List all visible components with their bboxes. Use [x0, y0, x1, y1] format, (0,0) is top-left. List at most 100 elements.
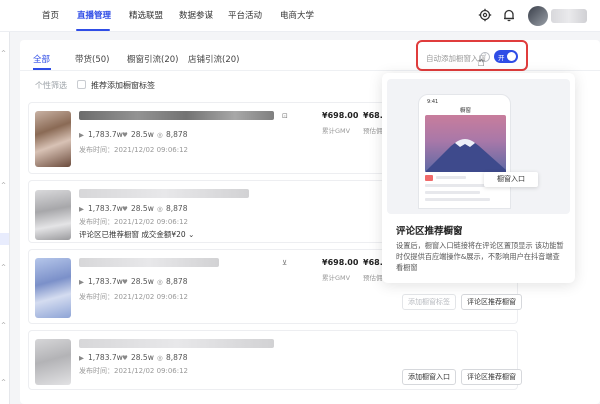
feature-popover: 9:41 橱窗 橱窗入口 评论区推荐橱窗 设置后，橱窗入口链接将在评论区置顶显示…: [382, 73, 575, 283]
comments-stat: ◎ 8,878: [157, 204, 187, 213]
comments-value: 8,878: [166, 353, 188, 362]
likes-stat: ♥ 28.5w: [122, 130, 154, 139]
video-title-blurred[interactable]: [79, 111, 274, 120]
commission-label: 预估佣: [363, 127, 383, 135]
likes-stat: ♥ 28.5w: [122, 277, 154, 286]
nav-data-advisor[interactable]: 数据参谋: [179, 9, 213, 21]
chevron-down-icon[interactable]: ⌄: [188, 230, 194, 239]
phone-mockup: 9:41 橱窗: [418, 94, 511, 209]
sidebar-active-item[interactable]: [0, 233, 9, 245]
gear-icon[interactable]: [478, 8, 492, 22]
phone-tag: [425, 175, 433, 181]
video-title-blurred[interactable]: [79, 189, 249, 198]
phone-text-line: [425, 191, 480, 194]
likes-stat: ♥ 28.5w: [122, 204, 154, 213]
commission-label: 预估佣: [363, 274, 383, 282]
highlight-box: [416, 40, 528, 71]
likes-stat: ♥ 28.5w: [122, 353, 154, 362]
comments-stat: ◎ 8,878: [157, 130, 187, 139]
nav-platform-events[interactable]: 平台活动: [228, 9, 262, 21]
video-title-blurred[interactable]: [79, 258, 219, 267]
hand-cursor-icon: ☝: [477, 55, 485, 70]
add-window-tag-button[interactable]: 添加橱窗标签: [402, 294, 456, 310]
tag-icon: ⊡: [282, 112, 288, 120]
comments-value: 8,878: [166, 130, 188, 139]
gmv-label: 累计GMV: [322, 274, 351, 282]
tab-window-traffic[interactable]: 橱窗引流(20): [127, 53, 178, 65]
views-value: 1,783.7w: [88, 204, 123, 213]
play-icon: ▶: [79, 205, 84, 213]
phone-text-line: [436, 176, 466, 179]
views-value: 1,783.7w: [88, 277, 123, 286]
nav-home[interactable]: 首页: [42, 9, 59, 21]
cart-icon: ⊻: [282, 259, 288, 267]
checkbox-label[interactable]: 推荐添加橱窗标签: [91, 80, 155, 91]
username-blurred[interactable]: [551, 9, 587, 23]
preview-image: 9:41 橱窗 橱窗入口: [387, 79, 570, 214]
views-stat: ▶ 1,783.7w: [79, 277, 123, 286]
avatar[interactable]: [528, 6, 548, 26]
likes-value: 28.5w: [131, 130, 154, 139]
chevron-up-icon[interactable]: ^: [1, 379, 6, 386]
video-thumbnail[interactable]: [35, 258, 71, 318]
video-thumbnail[interactable]: [35, 339, 71, 385]
comment-recommend-status: 评论区已推荐橱窗 成交金额¥20 ⌄: [79, 229, 194, 240]
video-thumbnail[interactable]: [35, 111, 71, 167]
play-icon: ▶: [79, 278, 84, 286]
bell-icon[interactable]: [502, 8, 516, 22]
chevron-up-icon[interactable]: ^: [1, 182, 6, 189]
nav-live-management[interactable]: 直播管理: [77, 9, 111, 21]
chevron-up-icon[interactable]: ^: [1, 264, 6, 271]
window-entry-chip: 橱窗入口: [484, 172, 538, 187]
comment-status-text: 评论区已推荐橱窗 成交金额¥20: [79, 230, 186, 239]
thumb-up-icon: ♥: [122, 131, 128, 139]
gmv-value: ¥698.00: [322, 258, 359, 267]
play-icon: ▶: [79, 354, 84, 362]
comment-recommend-window-button[interactable]: 评论区推荐橱窗: [461, 294, 522, 310]
comment-icon: ◎: [157, 354, 163, 362]
add-window-entry-button[interactable]: 添加橱窗入口: [402, 369, 456, 385]
comment-icon: ◎: [157, 205, 163, 213]
publish-time: 发布时间：2021/12/02 09:06:12: [79, 367, 189, 375]
tab-sales[interactable]: 带货(50): [75, 53, 109, 65]
nav-active-indicator: [76, 29, 110, 31]
likes-value: 28.5w: [131, 204, 154, 213]
chevron-up-icon[interactable]: ^: [1, 50, 6, 57]
views-stat: ▶ 1,783.7w: [79, 353, 123, 362]
phone-time: 9:41: [427, 99, 439, 105]
thumb-up-icon: ♥: [122, 354, 128, 362]
recommend-tag-checkbox[interactable]: [77, 80, 86, 89]
thumb-up-icon: ♥: [122, 205, 128, 213]
publish-time: 发布时间：2021/12/02 09:06:12: [79, 146, 189, 154]
phone-text-line: [425, 198, 490, 201]
filter-label: 个性筛选: [35, 81, 67, 90]
video-card[interactable]: ▶ 1,783.7w ♥ 28.5w ◎ 8,878 发布时间：2021/12/02 …: [28, 330, 522, 390]
nav-selected-alliance[interactable]: 精选联盟: [129, 9, 163, 21]
popover-title: 评论区推荐橱窗: [396, 226, 463, 237]
phone-title: 橱窗: [459, 108, 471, 114]
video-title-blurred[interactable]: [79, 339, 274, 348]
views-stat: ▶ 1,783.7w: [79, 130, 123, 139]
comments-value: 8,878: [166, 204, 188, 213]
comments-stat: ◎ 8,878: [157, 277, 187, 286]
views-value: 1,783.7w: [88, 130, 123, 139]
top-nav: 首页 直播管理 精选联盟 数据参谋 平台活动 电商大学: [0, 0, 600, 32]
video-thumbnail[interactable]: [35, 190, 71, 240]
mountain-shape: [425, 139, 506, 172]
chevron-up-icon[interactable]: ^: [1, 322, 6, 329]
publish-time: 发布时间：2021/12/02 09:06:12: [79, 218, 189, 226]
tab-shop-traffic[interactable]: 店铺引流(20): [188, 53, 239, 65]
comments-stat: ◎ 8,878: [157, 353, 187, 362]
likes-value: 28.5w: [131, 277, 154, 286]
publish-time: 发布时间：2021/12/02 09:06:12: [79, 293, 189, 301]
tab-all[interactable]: 全部: [33, 53, 50, 65]
gmv-value: ¥698.00: [322, 111, 359, 120]
collapsed-sidebar: ^ ^ ^ ^ ^: [0, 32, 10, 404]
nav-ecommerce-university[interactable]: 电商大学: [280, 9, 314, 21]
views-stat: ▶ 1,783.7w: [79, 204, 123, 213]
comment-recommend-window-button[interactable]: 评论区推荐橱窗: [461, 369, 522, 385]
popover-description: 设置后，橱窗入口链接将在评论区置顶显示 该功能暂时仅提供百应端操作&展示，不影响…: [396, 241, 564, 272]
comment-icon: ◎: [157, 278, 163, 286]
play-icon: ▶: [79, 131, 84, 139]
views-value: 1,783.7w: [88, 353, 123, 362]
